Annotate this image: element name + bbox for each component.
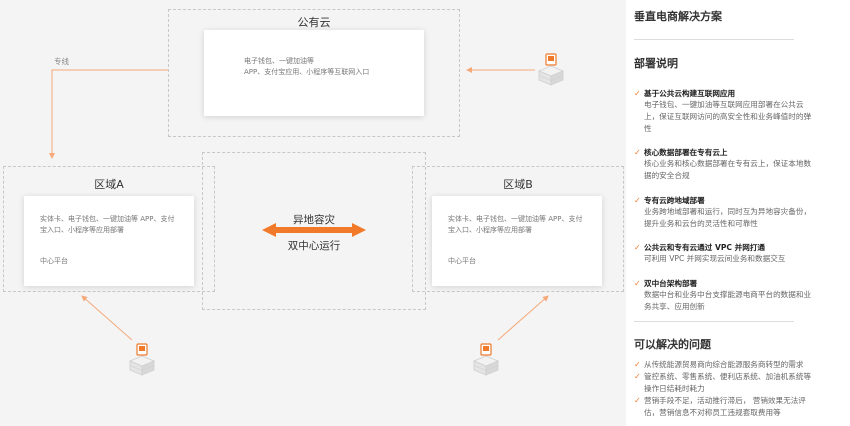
deploy-item-desc: 业务跨地域部署和运行，同时互为异地容灾备份， [644,207,812,216]
region-a-card: 实体卡、电子钱包、一键加油等 APP、支付 宝入口、小程序等应用部署 中心平台 [24,196,194,286]
solution-sidebar: 垂直电商解决方案 部署说明 ✓ 基于公共云构建互联网应用 电子钱包、一键加油等互联… [626,0,850,426]
region-b-card: 实体卡、电子钱包、一键加油等 APP、支付 宝入口、小程序等应用部署 中心平台 [432,196,602,286]
region-b-line-2: 宝入口、小程序等应用部署 [448,226,532,234]
check-icon: ✓ [634,360,641,369]
check-icon: ✓ [634,279,641,288]
deploy-item-desc: 上，保证互联网访问的高安全性和业务峰值时的弹 [644,111,812,121]
deploy-item: ✓ 专有云跨地域部署 业务跨地域部署和运行，同时互为异地容灾备份， 提升业务和云台… [634,195,838,230]
check-icon: ✓ [634,396,641,405]
deploy-item: ✓ 基于公共云构建互联网应用 电子钱包、一键加油等互联网应用部署在公共云 上，保证… [634,88,838,134]
dual-center-zone [202,152,426,310]
check-icon: ✓ [634,196,641,205]
public-cloud-line-2: APP、支付宝应用、小程序等互联网入口 [244,68,370,76]
deploy-item-desc: 数据中台和业务中台支撑能源电商平台的数据和业 [644,290,812,299]
problem-text: 从传统能源贸易商向综合能源服务商转型的需求 [644,360,804,369]
public-cloud-card: 电子钱包、一键加油等 APP、支付宝应用、小程序等互联网入口 [204,30,424,116]
deploy-item-desc: 可利用 VPC 并网实现云间业务和数据交互 [644,254,786,263]
dedicated-line-label: 专线 [54,57,69,66]
check-icon: ✓ [634,89,641,98]
region-b-line-1: 实体卡、电子钱包、一键加油等 APP、支付 [448,215,583,223]
region-b-platform: 中心平台 [448,257,476,265]
deploy-item-desc: 性 [644,123,652,133]
public-cloud-card-text: 电子钱包、一键加油等 APP、支付宝应用、小程序等互联网入口 [244,56,369,78]
deploy-item-desc: 务共享、应用创新 [644,301,705,311]
check-icon: ✓ [634,372,641,381]
deploy-item-desc: 核心业务和核心数据部署在专有云上，保证本地数 [644,159,812,168]
server-icon [472,343,500,376]
dedicated-line-arrow [49,69,168,159]
deploy-heading: 部署说明 [634,57,678,70]
region-a-title: 区域A [94,178,124,191]
public-cloud-title: 公有云 [297,16,331,29]
server-to-region-b-arrow [497,295,549,341]
server-to-region-a-arrow [81,295,133,341]
architecture-canvas: 公有云 电子钱包、一键加油等 APP、支付宝应用、小程序等互联网入口 专线 异地… [0,0,626,426]
disaster-recovery-label: 异地容灾 [293,214,335,226]
region-a-line-2: 宝入口、小程序等应用部署 [40,226,124,234]
public-cloud-line-1: 电子钱包、一键加油等 [244,57,314,65]
deploy-item: ✓ 公共云和专有云通过 VPC 并网打通 可利用 VPC 并网实现云间业务和数据交… [634,242,838,265]
sidebar-title: 垂直电商解决方案 [634,10,722,23]
divider [634,321,794,322]
region-a-platform: 中心平台 [40,257,68,265]
problem-item: ✓ 营销手段不足，活动推行滞后， 营销效果无法评 估，营销信息不对称员工违规套取… [634,395,840,419]
deploy-item-title: 基于公共云构建互联网应用 [644,89,736,98]
deploy-item-desc: 据的安全合规 [644,170,690,180]
dual-center-label: 双中心运行 [287,240,341,252]
problem-item: ✓ 从传统能源贸易商向综合能源服务商转型的需求 [634,359,840,371]
problem-text: 营销手段不足，活动推行滞后， 营销效果无法评 [644,396,806,405]
region-a-line-1: 实体卡、电子钱包、一键加油等 APP、支付 [40,215,175,223]
server-icon [537,53,565,86]
problems-heading: 可以解决的问题 [634,338,711,351]
problem-item: ✓ 管控系统、零售系统、便利店系统、加油机系统等 操作日结耗时耗力 [634,371,840,395]
problem-text: 管控系统、零售系统、便利店系统、加油机系统等 [644,372,812,381]
problem-text: 估，营销信息不对称员工违规套取费用等 [644,407,781,417]
divider [634,39,794,40]
deploy-item: ✓ 核心数据部署在专有云上 核心业务和核心数据部署在专有云上，保证本地数 据的安全… [634,147,838,182]
deploy-item-title: 专有云跨地域部署 [644,196,705,205]
check-icon: ✓ [634,243,641,252]
deploy-item-title: 公共云和专有云通过 VPC 并网打通 [644,243,766,252]
problem-text: 操作日结耗时耗力 [644,383,705,393]
region-a-card-text: 实体卡、电子钱包、一键加油等 APP、支付 宝入口、小程序等应用部署 [40,214,174,236]
server-icon [128,343,156,376]
deploy-item-desc: 提升业务和云台的灵活性和可靠性 [644,218,758,228]
deploy-item-title: 双中台架构部署 [644,279,698,288]
check-icon: ✓ [634,148,641,157]
region-b-card-text: 实体卡、电子钱包、一键加油等 APP、支付 宝入口、小程序等应用部署 [448,214,582,236]
region-b-title: 区域B [503,178,533,191]
deploy-item-title: 核心数据部署在专有云上 [644,148,728,157]
deploy-item: ✓ 双中台架构部署 数据中台和业务中台支撑能源电商平台的数据和业 务共享、应用创新 [634,278,838,313]
deploy-item-desc: 电子钱包、一键加油等互联网应用部署在公共云 [644,100,804,109]
